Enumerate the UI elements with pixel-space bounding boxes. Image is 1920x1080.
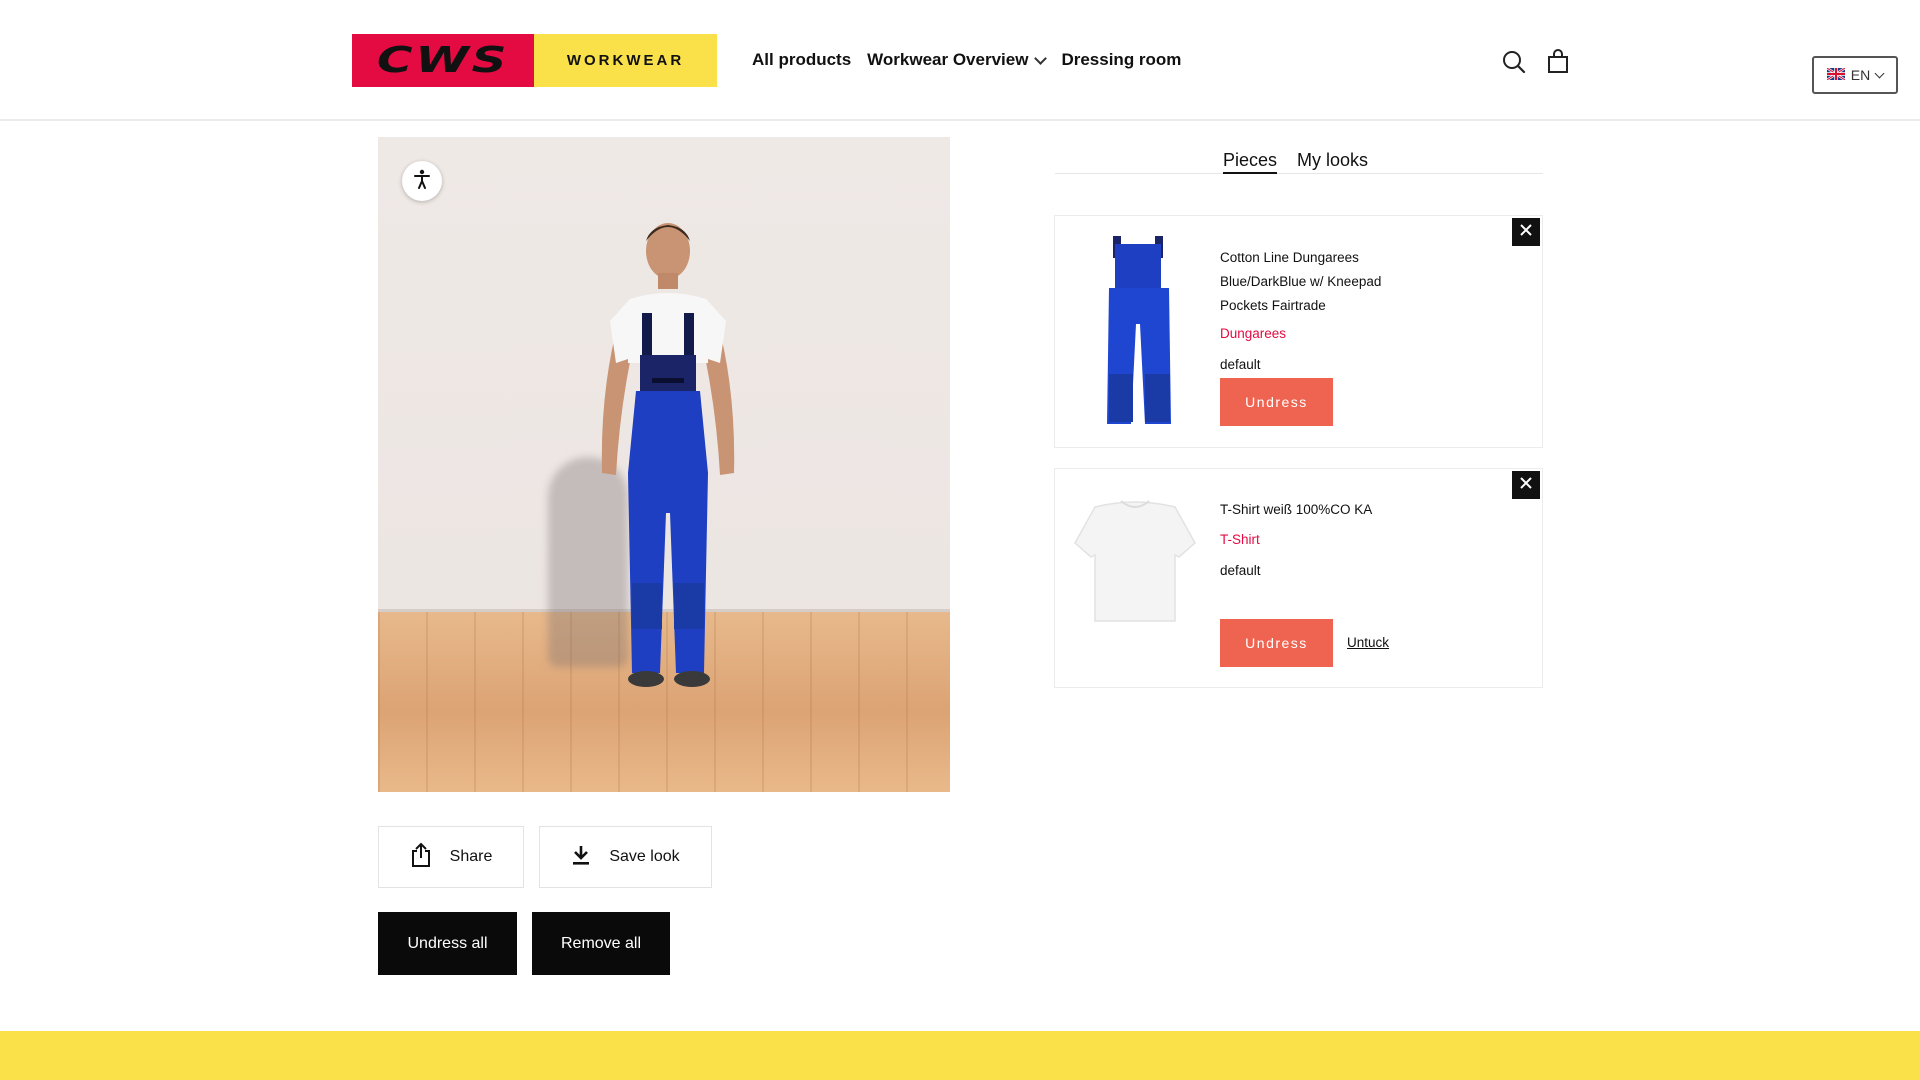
- logo-yellow-block: WORKWEAR: [534, 34, 717, 87]
- remove-all-button[interactable]: Remove all: [532, 912, 670, 975]
- close-icon: [1520, 476, 1532, 494]
- piece-name: T-Shirt weiß 100%CO KA: [1220, 502, 1373, 517]
- piece-category[interactable]: T-Shirt: [1220, 532, 1260, 547]
- tab-pieces-label: Pieces: [1223, 150, 1278, 170]
- tab-my-looks[interactable]: My looks: [1297, 150, 1368, 171]
- share-label: Share: [449, 848, 493, 865]
- undress-label: Undress: [1245, 635, 1308, 651]
- uk-flag-icon: [1826, 67, 1846, 83]
- nav-workwear-overview-label: Workwear Overview: [867, 50, 1029, 69]
- footer-yellow-bar: [0, 1031, 1920, 1080]
- nav-all-products-label: All products: [752, 50, 852, 69]
- nav-all-products[interactable]: All products: [752, 50, 851, 70]
- untuck-link[interactable]: Untuck: [1347, 635, 1389, 650]
- remove-piece-button[interactable]: [1512, 471, 1540, 499]
- search-icon[interactable]: [1501, 49, 1527, 75]
- shopping-bag-icon[interactable]: [1545, 49, 1571, 75]
- tabs-divider: [1055, 173, 1543, 174]
- language-code: EN: [1850, 67, 1871, 83]
- piece-category[interactable]: Dungarees: [1220, 326, 1286, 341]
- remove-all-label: Remove all: [560, 934, 642, 952]
- tab-pieces[interactable]: Pieces: [1223, 150, 1278, 174]
- chevron-down-icon: [1034, 51, 1048, 65]
- dungarees-thumbnail[interactable]: [1099, 234, 1179, 439]
- undress-all-button[interactable]: Undress all: [378, 912, 517, 975]
- tshirt-thumbnail[interactable]: [1073, 495, 1197, 630]
- nav-workwear-overview[interactable]: Workwear Overview: [867, 50, 1048, 70]
- logo-red-block: CWS: [352, 34, 534, 87]
- piece-variant: default: [1220, 563, 1261, 578]
- site-header: CWS WORKWEAR All products Workwear Overv…: [0, 0, 1920, 121]
- undress-label: Undress: [1245, 394, 1308, 410]
- share-icon: [410, 842, 432, 873]
- accessibility-person-icon: [413, 169, 431, 194]
- main-nav: All products Workwear Overview Dressing …: [752, 50, 1181, 70]
- avatar-model: [601, 223, 735, 687]
- cws-workwear-logo[interactable]: CWS WORKWEAR: [352, 34, 717, 87]
- nav-dressing-room[interactable]: Dressing room: [1061, 50, 1181, 70]
- piece-name: Cotton Line Dungarees Blue/DarkBlue w/ K…: [1220, 250, 1382, 313]
- share-button[interactable]: Share: [378, 826, 524, 888]
- piece-variant: default: [1220, 357, 1261, 372]
- avatar-preview: [378, 137, 950, 792]
- tab-my-looks-label: My looks: [1297, 150, 1369, 170]
- piece-card: Cotton Line Dungarees Blue/DarkBlue w/ K…: [1054, 215, 1543, 448]
- remove-piece-button[interactable]: [1512, 218, 1540, 246]
- chevron-down-icon: [1874, 68, 1885, 79]
- undress-all-label: Undress all: [407, 934, 488, 952]
- piece-card: T-Shirt weiß 100%CO KA T-Shirt default U…: [1054, 468, 1543, 688]
- save-look-label: Save look: [609, 848, 680, 865]
- logo-workwear-text: WORKWEAR: [566, 52, 685, 69]
- undress-button[interactable]: Undress: [1220, 619, 1333, 667]
- close-icon: [1520, 223, 1532, 241]
- language-selector[interactable]: EN: [1812, 56, 1898, 94]
- logo-cws-text: CWS: [376, 40, 510, 81]
- accessibility-button[interactable]: [402, 161, 442, 201]
- save-look-button[interactable]: Save look: [539, 826, 712, 888]
- nav-dressing-room-label: Dressing room: [1061, 50, 1182, 69]
- download-icon: [571, 844, 591, 871]
- undress-button[interactable]: Undress: [1220, 378, 1333, 426]
